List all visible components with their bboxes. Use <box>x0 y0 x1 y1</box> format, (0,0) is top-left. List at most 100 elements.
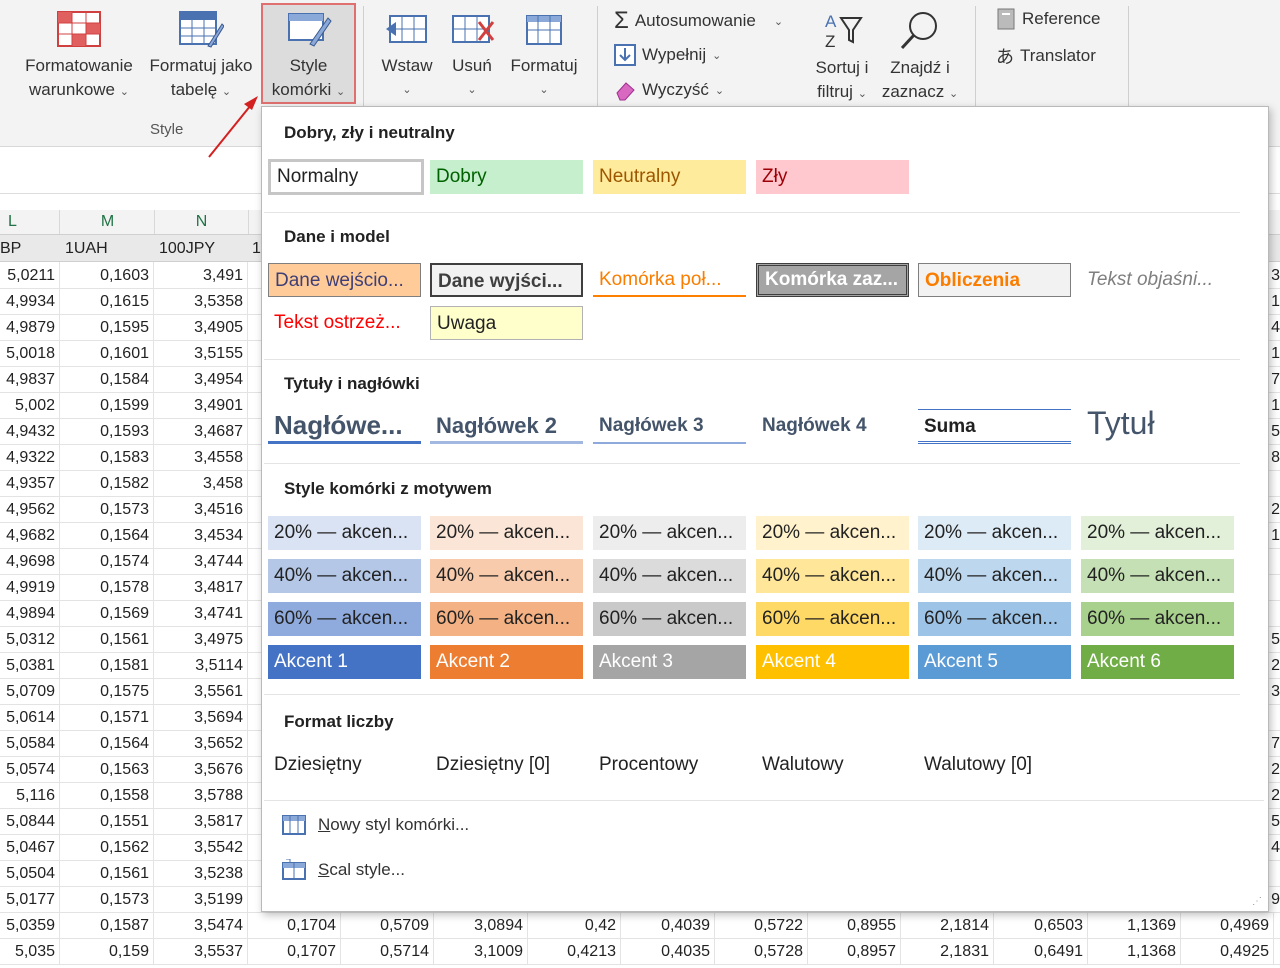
table-cell[interactable]: 3,5694 <box>155 704 248 730</box>
table-cell[interactable]: 3,5817 <box>155 808 248 834</box>
table-cell[interactable]: 5,0381 <box>0 652 60 678</box>
table-cell[interactable]: 5,0504 <box>0 860 60 886</box>
translator-button[interactable]: あ Translator <box>996 43 1096 69</box>
style-20-accent-2[interactable]: 20% — akcen... <box>430 516 583 550</box>
table-cell[interactable]: 3,5788 <box>155 782 248 808</box>
table-cell[interactable]: 0,1564 <box>61 730 154 756</box>
style-normal[interactable]: Normalny <box>268 159 424 195</box>
table-cell[interactable] <box>1268 704 1280 730</box>
header-cell[interactable]: BP <box>0 235 60 261</box>
table-cell[interactable]: 0,1615 <box>61 288 154 314</box>
table-cell[interactable]: 0,1551 <box>61 808 154 834</box>
table-cell[interactable]: 4,9919 <box>0 574 60 600</box>
style-comma-0[interactable]: Dziesiętny [0] <box>430 748 583 782</box>
table-cell[interactable]: 0,1578 <box>61 574 154 600</box>
table-cell[interactable]: 4,9432 <box>0 418 60 444</box>
column-header-l[interactable]: L <box>0 210 60 234</box>
table-cell[interactable]: 0,1558 <box>61 782 154 808</box>
table-cell[interactable]: 3 <box>1268 678 1280 704</box>
table-cell[interactable]: 0,1573 <box>61 496 154 522</box>
table-cell[interactable]: 0,42 <box>528 912 621 938</box>
style-heading-2[interactable]: Nagłówek 2 <box>430 408 583 444</box>
style-40-accent-6[interactable]: 40% — akcen... <box>1081 559 1234 593</box>
table-cell[interactable]: 7 <box>1268 730 1280 756</box>
table-cell[interactable]: 3,4817 <box>155 574 248 600</box>
new-cell-style-command[interactable]: Nowy styl komórki... <box>282 814 469 836</box>
sort-filter-button[interactable]: A Z Sortuj i filtruj ⌄ <box>808 10 876 106</box>
style-40-accent-2[interactable]: 40% — akcen... <box>430 559 583 593</box>
table-cell[interactable]: 5,0211 <box>0 262 60 288</box>
style-linked-cell[interactable]: Komórka poł... <box>593 263 746 297</box>
table-cell[interactable]: 0,1571 <box>61 704 154 730</box>
table-cell[interactable]: 1 <box>1268 288 1280 314</box>
table-cell[interactable]: 0,1562 <box>61 834 154 860</box>
table-cell[interactable]: 3 <box>1268 262 1280 288</box>
table-cell[interactable]: 0,1599 <box>61 392 154 418</box>
table-cell[interactable]: 5 <box>1268 626 1280 652</box>
table-cell[interactable]: 3,4687 <box>155 418 248 444</box>
conditional-formatting-button[interactable]: Formatowanie warunkowe ⌄ <box>20 10 138 104</box>
table-cell[interactable]: 3,5155 <box>155 340 248 366</box>
style-accent-1[interactable]: Akcent 1 <box>268 645 421 679</box>
table-cell[interactable]: 5,0312 <box>0 626 60 652</box>
table-cell[interactable]: 0,1564 <box>61 522 154 548</box>
style-explanatory-text[interactable]: Tekst objaśni... <box>1081 263 1234 297</box>
table-cell[interactable]: 1,1368 <box>1088 938 1181 964</box>
table-cell[interactable]: 2 <box>1268 756 1280 782</box>
table-cell[interactable]: 0,1561 <box>61 626 154 652</box>
insert-button[interactable]: Wstaw ⌄ <box>376 10 438 102</box>
style-total[interactable]: Suma <box>918 409 1071 444</box>
style-warning-text[interactable]: Tekst ostrzeż... <box>268 306 421 340</box>
table-cell[interactable]: 2,1814 <box>901 912 994 938</box>
style-60-accent-1[interactable]: 60% — akcen... <box>268 602 421 636</box>
style-currency-0[interactable]: Walutowy [0] <box>918 748 1071 782</box>
style-output[interactable]: Dane wyjści... <box>430 263 583 297</box>
table-cell[interactable]: 4 <box>1268 314 1280 340</box>
table-cell[interactable]: 0,5728 <box>715 938 808 964</box>
table-cell[interactable]: 5,0467 <box>0 834 60 860</box>
table-cell[interactable]: 3,4744 <box>155 548 248 574</box>
table-cell[interactable]: 0,4213 <box>528 938 621 964</box>
style-accent-2[interactable]: Akcent 2 <box>430 645 583 679</box>
fill-button[interactable]: Wypełnij ⌄ <box>614 44 721 66</box>
table-cell[interactable]: 2 <box>1268 652 1280 678</box>
table-cell[interactable]: 4,9682 <box>0 522 60 548</box>
table-cell[interactable]: 3,5114 <box>155 652 248 678</box>
style-percent[interactable]: Procentowy <box>593 748 746 782</box>
table-cell[interactable]: 9 <box>1268 886 1280 912</box>
table-cell[interactable]: 3,5199 <box>155 886 248 912</box>
style-20-accent-4[interactable]: 20% — akcen... <box>756 516 909 550</box>
table-cell[interactable]: 0,1582 <box>61 470 154 496</box>
table-cell[interactable]: 3,5652 <box>155 730 248 756</box>
table-cell[interactable]: 5,0844 <box>0 808 60 834</box>
style-heading-3[interactable]: Nagłówek 3 <box>593 409 746 444</box>
table-cell[interactable]: 3,5676 <box>155 756 248 782</box>
table-cell[interactable]: 3,0894 <box>435 912 528 938</box>
table-cell[interactable]: 0,1593 <box>61 418 154 444</box>
style-bad[interactable]: Zły <box>756 160 909 194</box>
table-cell[interactable]: 3,4905 <box>155 314 248 340</box>
table-cell[interactable]: 4,9698 <box>0 548 60 574</box>
clear-button[interactable]: Wyczyść ⌄ <box>614 79 724 101</box>
table-cell[interactable] <box>1268 600 1280 626</box>
resize-grip-icon[interactable]: ⋰ <box>1252 896 1262 907</box>
table-cell[interactable]: 2,1831 <box>901 938 994 964</box>
table-cell[interactable] <box>1268 574 1280 600</box>
table-cell[interactable]: 0,5722 <box>715 912 808 938</box>
table-cell[interactable]: 1 <box>1268 522 1280 548</box>
style-accent-6[interactable]: Akcent 6 <box>1081 645 1234 679</box>
table-cell[interactable]: 3,5537 <box>155 938 248 964</box>
header-cell[interactable]: 100JPY <box>155 235 248 261</box>
find-select-button[interactable]: Znajdź i zaznacz ⌄ <box>877 10 963 106</box>
table-cell[interactable]: 0,4969 <box>1181 912 1274 938</box>
table-cell[interactable]: 5 <box>1268 418 1280 444</box>
table-cell[interactable]: 5 <box>1268 808 1280 834</box>
style-comma[interactable]: Dziesiętny <box>268 748 421 782</box>
table-cell[interactable]: 0,1704 <box>248 912 341 938</box>
style-20-accent-1[interactable]: 20% — akcen... <box>268 516 421 550</box>
table-cell[interactable]: 0,1595 <box>61 314 154 340</box>
format-as-table-button[interactable]: Formatuj jako tabelę ⌄ <box>144 10 258 104</box>
table-cell[interactable]: 0,1574 <box>61 548 154 574</box>
style-40-accent-4[interactable]: 40% — akcen... <box>756 559 909 593</box>
style-heading-1[interactable]: Nagłówe... <box>268 406 421 444</box>
